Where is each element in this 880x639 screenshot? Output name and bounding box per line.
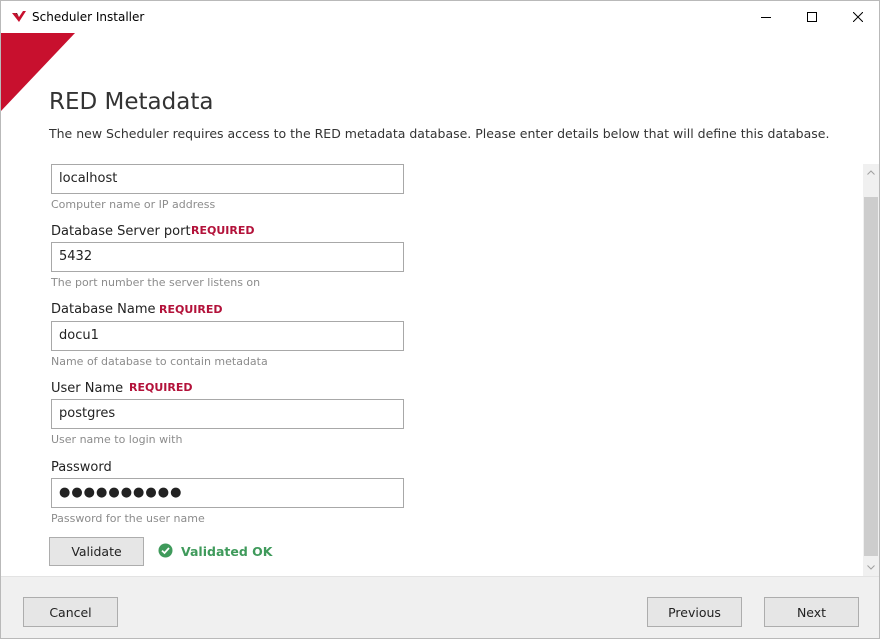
minimize-button[interactable] xyxy=(743,1,789,33)
check-circle-icon xyxy=(158,543,173,558)
chevron-down-icon xyxy=(867,565,875,570)
window-title: Scheduler Installer xyxy=(32,10,145,24)
app-logo-icon xyxy=(12,11,26,22)
port-hint: The port number the server listens on xyxy=(51,276,261,289)
minimize-icon xyxy=(761,17,771,18)
database-name-label: Database Name xyxy=(51,302,156,317)
server-name-input[interactable]: localhost xyxy=(51,164,404,194)
password-hint: Password for the user name xyxy=(51,512,205,525)
scrollbar-thumb[interactable] xyxy=(864,197,878,556)
password-input[interactable]: ●●●●●●●●●● xyxy=(51,478,404,508)
user-name-hint: User name to login with xyxy=(51,433,183,446)
port-label: Database Server port xyxy=(51,224,191,239)
title-bar: Scheduler Installer xyxy=(1,1,879,33)
server-name-hint: Computer name or IP address xyxy=(51,198,216,211)
page-title: RED Metadata xyxy=(49,89,214,115)
scroll-up-button[interactable] xyxy=(863,164,879,181)
user-name-input[interactable]: postgres xyxy=(51,399,404,429)
close-button[interactable] xyxy=(835,1,879,33)
chevron-up-icon xyxy=(867,170,875,175)
next-button[interactable]: Next xyxy=(764,597,859,627)
user-name-label: User Name xyxy=(51,381,124,396)
port-required-badge: REQUIRED xyxy=(191,224,255,237)
password-label: Password xyxy=(51,460,112,475)
port-input[interactable]: 5432 xyxy=(51,242,404,272)
database-name-hint: Name of database to contain metadata xyxy=(51,355,268,368)
database-name-required-badge: REQUIRED xyxy=(159,303,223,316)
vertical-scrollbar[interactable] xyxy=(863,164,879,576)
close-icon xyxy=(853,12,863,22)
validation-status: Validated OK xyxy=(181,544,273,559)
maximize-icon xyxy=(807,12,817,22)
maximize-button[interactable] xyxy=(789,1,835,33)
footer-bar: Cancel Previous Next xyxy=(1,576,879,638)
previous-button[interactable]: Previous xyxy=(647,597,742,627)
installer-window: Scheduler Installer RED Metadata The new… xyxy=(0,0,880,639)
database-name-input[interactable]: docu1 xyxy=(51,321,404,351)
cancel-button[interactable]: Cancel xyxy=(23,597,118,627)
user-name-required-badge: REQUIRED xyxy=(129,381,193,394)
page-description: The new Scheduler requires access to the… xyxy=(49,126,830,141)
scroll-down-button[interactable] xyxy=(863,559,879,576)
validate-button[interactable]: Validate xyxy=(49,537,144,566)
